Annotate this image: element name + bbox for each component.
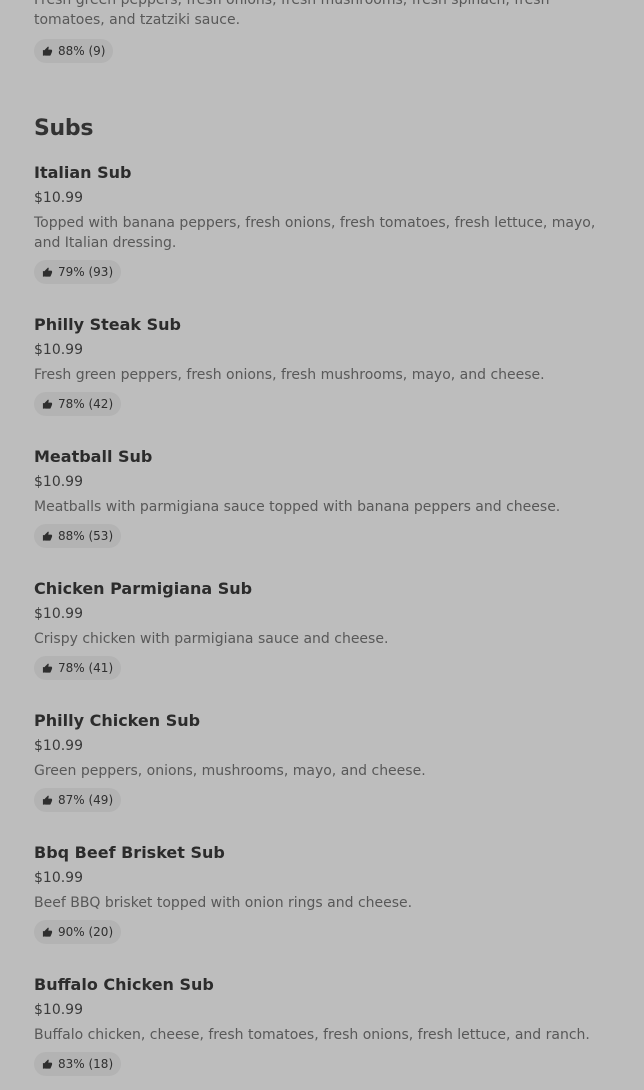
item-name: Philly Chicken Sub (34, 711, 201, 730)
thumbs-up-icon (42, 794, 53, 805)
previous-menu-item[interactable]: Fresh green peppers, fresh onions, fresh… (34, 0, 614, 63)
thumbs-up-icon (42, 530, 53, 541)
item-description: Buffalo chicken, cheese, fresh tomatoes,… (34, 1027, 590, 1043)
rating-badge: 79% (93) (34, 260, 122, 284)
thumbs-up-icon (42, 662, 53, 673)
menu-page: Fresh green peppers, fresh onions, fresh… (0, 0, 644, 1090)
rating-badge: 88% (9) (34, 39, 114, 63)
item-name: Meatball Sub (34, 447, 153, 466)
item-description: Fresh green peppers, fresh onions, fresh… (34, 367, 545, 383)
menu-item[interactable]: Philly Steak Sub $10.99 Fresh green pepp… (34, 314, 624, 446)
item-description: Beef BBQ brisket topped with onion rings… (34, 895, 413, 911)
item-price: $10.99 (34, 342, 83, 358)
thumbs-up-icon (42, 926, 53, 937)
menu-item[interactable]: Buffalo Chicken Sub $10.99 Buffalo chick… (34, 974, 624, 1090)
item-description: Fresh green peppers, fresh onions, fresh… (34, 0, 550, 28)
thumbs-up-icon (42, 45, 53, 56)
item-name: Chicken Parmigiana Sub (34, 579, 253, 598)
item-price: $10.99 (34, 1002, 83, 1018)
item-name: Philly Steak Sub (34, 315, 181, 334)
item-price: $10.99 (34, 738, 83, 754)
rating-text: 78% (41) (58, 661, 114, 675)
menu-item[interactable]: Italian Sub $10.99 Topped with banana pe… (34, 162, 624, 294)
menu-item[interactable]: Meatball Sub $10.99 Meatballs with parmi… (34, 446, 624, 578)
item-description: Green peppers, onions, mushrooms, mayo, … (34, 763, 426, 779)
rating-text: 78% (42) (58, 397, 114, 411)
item-description: Crispy chicken with parmigiana sauce and… (34, 631, 389, 647)
rating-badge: 88% (53) (34, 524, 122, 548)
rating-badge: 90% (20) (34, 920, 122, 944)
item-price: $10.99 (34, 870, 83, 886)
rating-text: 88% (53) (58, 529, 114, 543)
section-title: Subs (34, 116, 94, 141)
menu-item[interactable]: Bbq Beef Brisket Sub $10.99 Beef BBQ bri… (34, 842, 624, 974)
item-price: $10.99 (34, 606, 83, 622)
thumbs-up-icon (42, 398, 53, 409)
rating-badge: 87% (49) (34, 788, 122, 812)
menu-items-list: Italian Sub $10.99 Topped with banana pe… (34, 162, 624, 1090)
menu-item[interactable]: Philly Chicken Sub $10.99 Green peppers,… (34, 710, 624, 842)
item-description: Meatballs with parmigiana sauce topped w… (34, 499, 561, 515)
rating-badge: 78% (42) (34, 392, 122, 416)
item-price: $10.99 (34, 190, 83, 206)
item-name: Buffalo Chicken Sub (34, 975, 214, 994)
item-name: Italian Sub (34, 163, 132, 182)
rating-badge: 78% (41) (34, 656, 122, 680)
menu-item[interactable]: Chicken Parmigiana Sub $10.99 Crispy chi… (34, 578, 624, 710)
rating-text: 88% (9) (58, 44, 106, 58)
rating-text: 90% (20) (58, 925, 114, 939)
thumbs-up-icon (42, 1058, 53, 1069)
rating-text: 83% (18) (58, 1057, 114, 1071)
item-name: Bbq Beef Brisket Sub (34, 843, 225, 862)
item-description: Topped with banana peppers, fresh onions… (34, 215, 596, 251)
item-price: $10.99 (34, 474, 83, 490)
rating-text: 87% (49) (58, 793, 114, 807)
rating-text: 79% (93) (58, 265, 114, 279)
thumbs-up-icon (42, 266, 53, 277)
rating-badge: 83% (18) (34, 1052, 122, 1076)
